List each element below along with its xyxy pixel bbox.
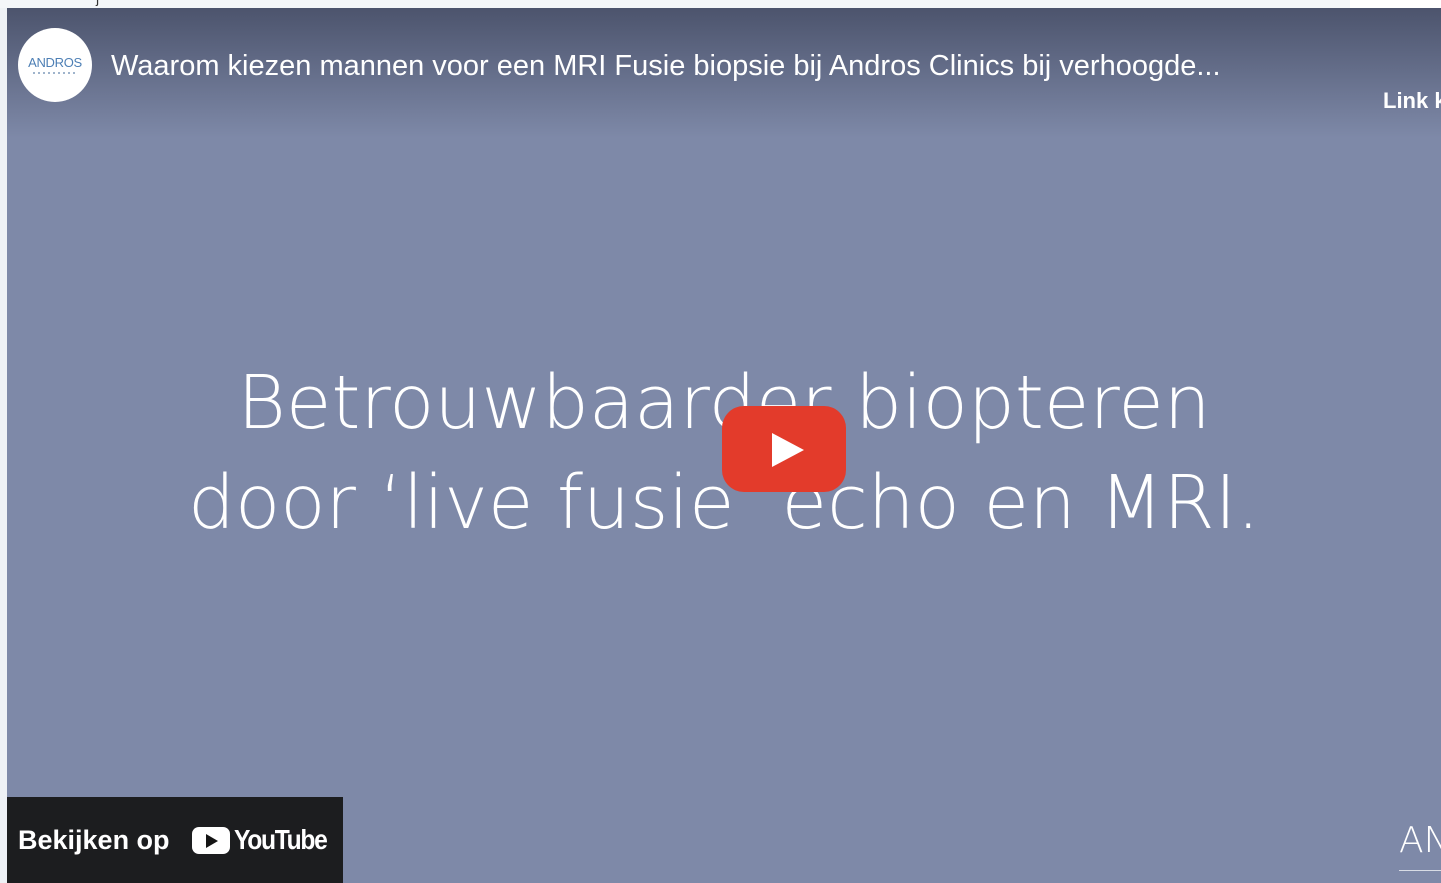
page-background-strip: j xyxy=(0,0,1441,8)
play-button[interactable] xyxy=(722,406,846,492)
watch-on-label: Bekijken op xyxy=(18,824,170,855)
clipped-page-text: j xyxy=(96,0,99,6)
channel-avatar[interactable]: ANDROS xyxy=(18,28,92,102)
copy-link-button[interactable]: Link k xyxy=(1383,88,1441,114)
watch-on-youtube-button[interactable]: Bekijken op YouTube xyxy=(7,797,343,883)
channel-watermark[interactable]: AN xyxy=(1399,820,1441,861)
channel-logo-text: ANDROS xyxy=(28,55,82,70)
youtube-logo-icon: YouTube xyxy=(191,824,339,856)
video-title[interactable]: Waarom kiezen mannen voor een MRI Fusie … xyxy=(111,50,1371,83)
youtube-embed-player[interactable]: ANDROS Waarom kiezen mannen voor een MRI… xyxy=(7,8,1441,883)
youtube-play-box-icon xyxy=(191,826,230,854)
youtube-wordmark: YouTube xyxy=(233,824,328,855)
channel-logo-subline xyxy=(33,72,77,74)
watermark-underline xyxy=(1399,870,1441,871)
frame-edge xyxy=(1350,0,1441,8)
play-icon xyxy=(772,433,804,467)
